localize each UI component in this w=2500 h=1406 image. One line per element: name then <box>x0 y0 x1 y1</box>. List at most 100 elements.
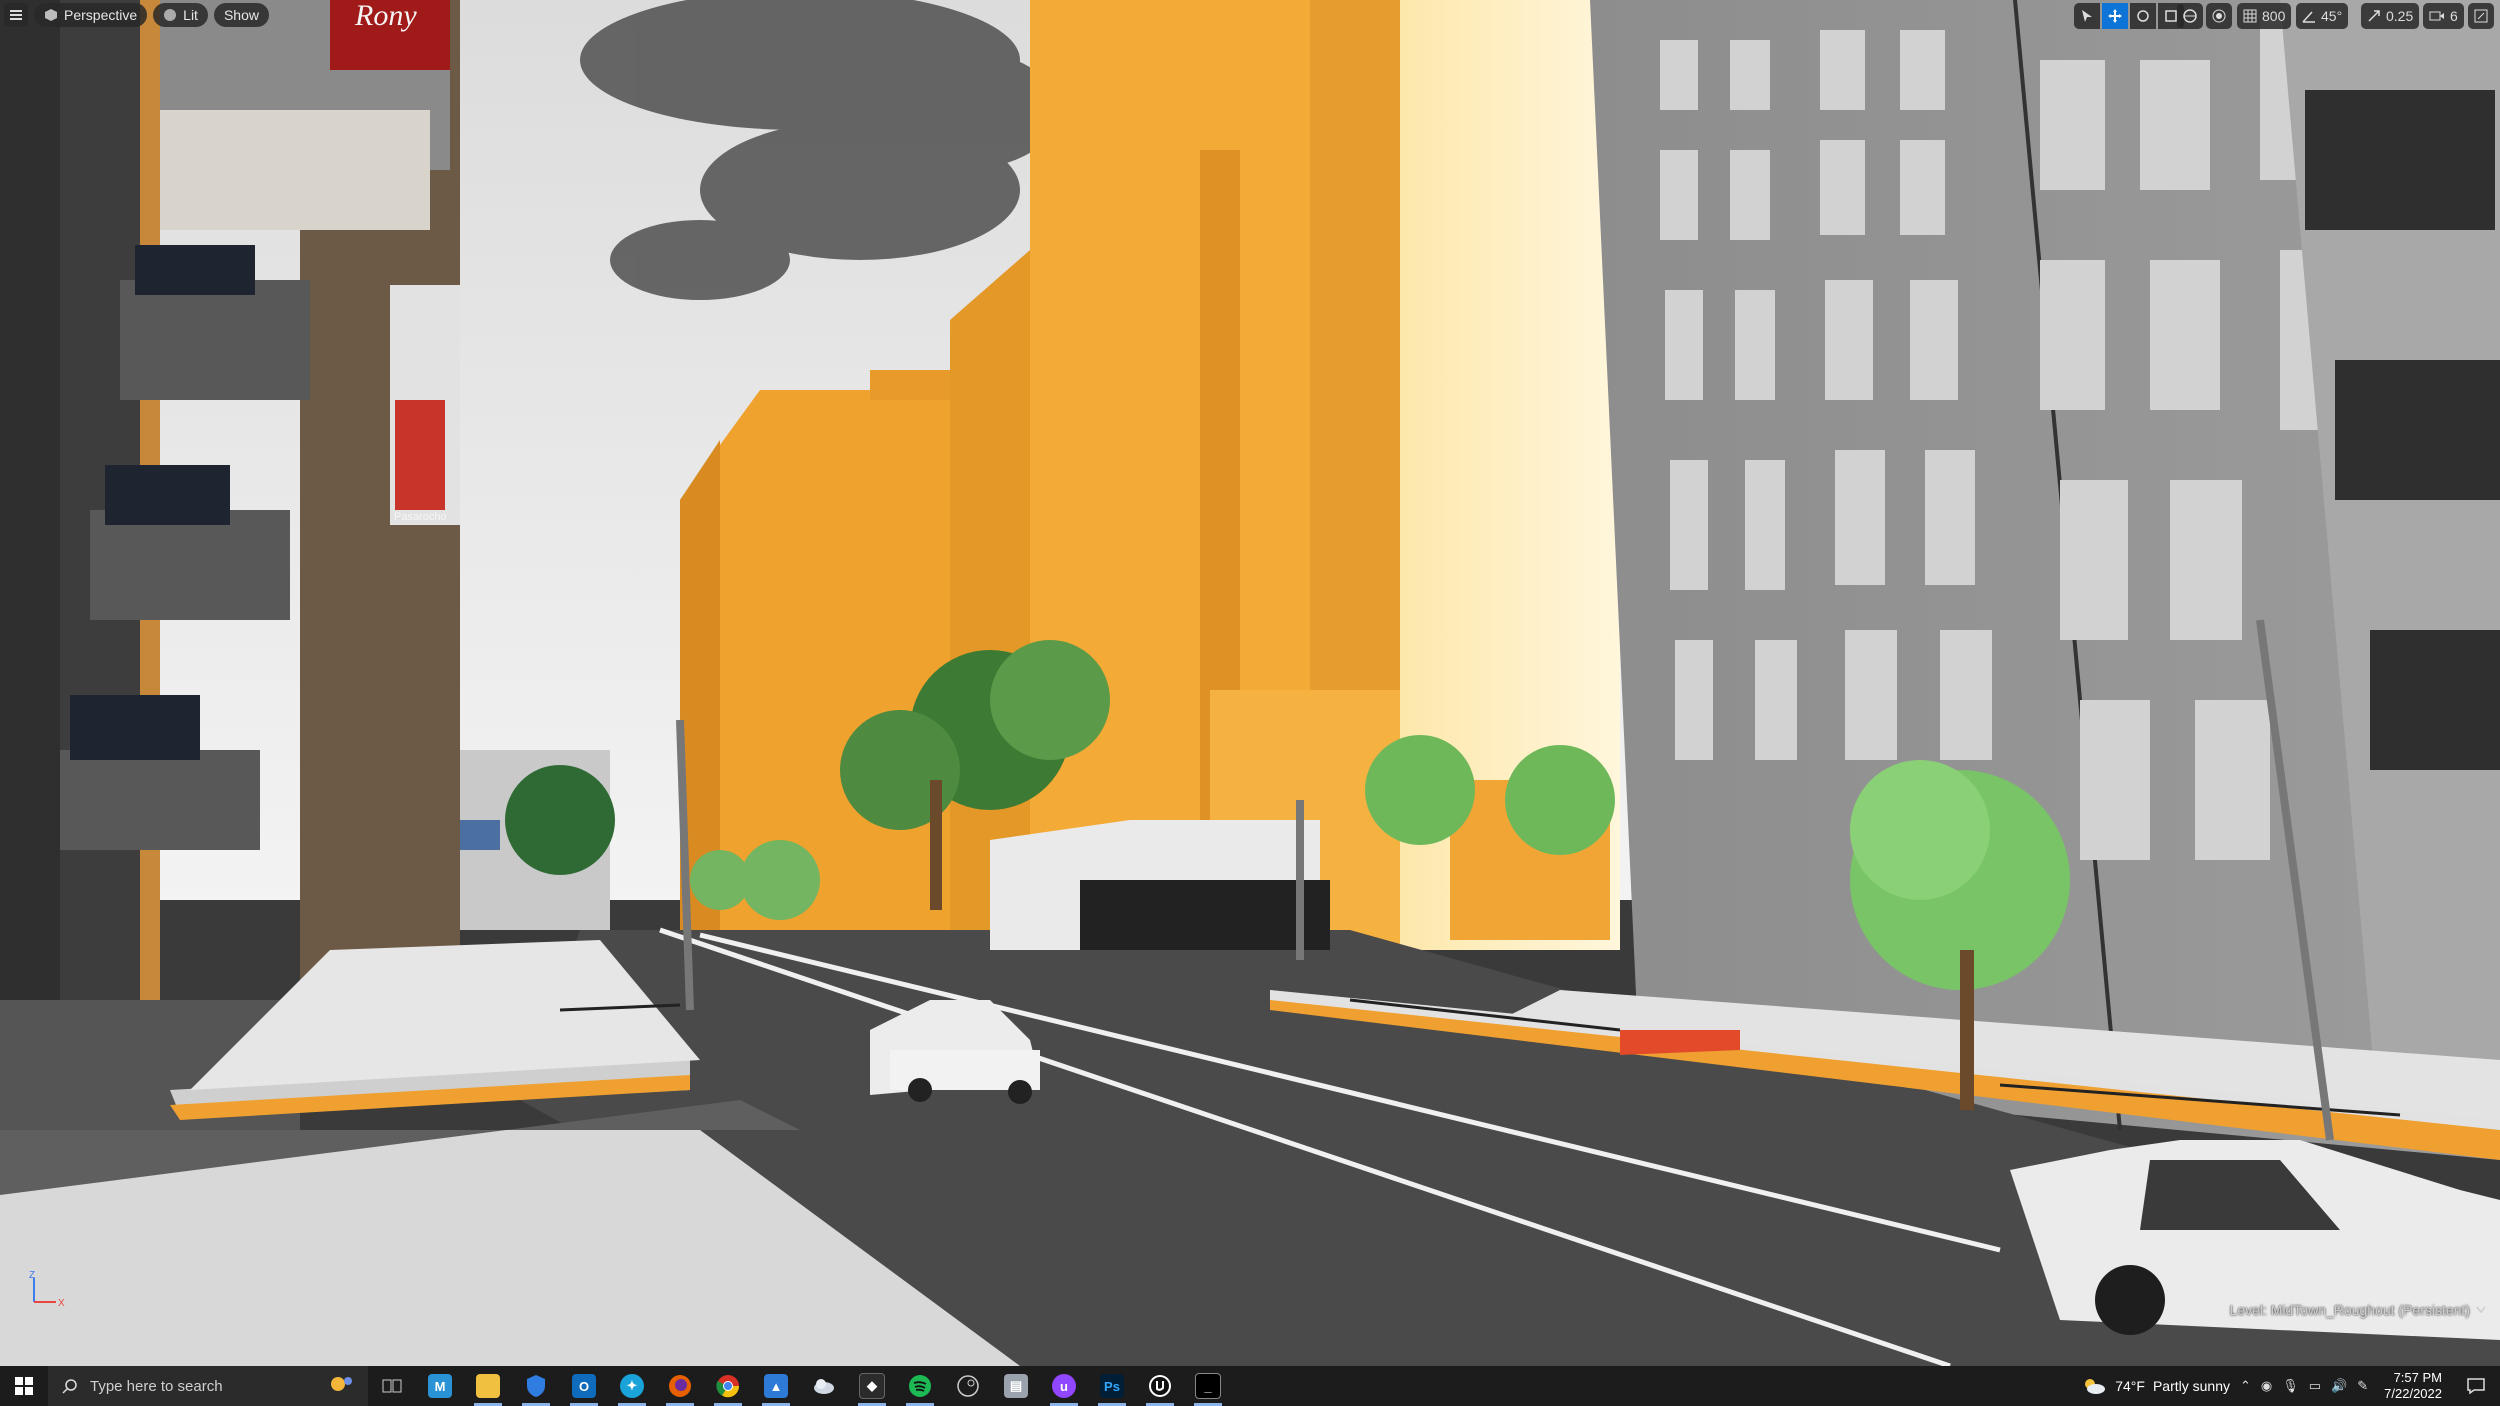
world-space-button[interactable] <box>2177 3 2203 29</box>
taskbar-search-box[interactable]: Type here to search <box>48 1366 368 1406</box>
photoshop-icon: Ps <box>1100 1374 1124 1398</box>
sphere-icon <box>163 8 177 22</box>
search-placeholder: Type here to search <box>90 1377 223 1395</box>
taskbar-app-security[interactable] <box>512 1366 560 1406</box>
tray-icons: ⌃ ◉ 🎙 ▭ 🔊 ✎ <box>2240 1378 2368 1394</box>
taskbar-app-unreal-engine[interactable] <box>1136 1366 1184 1406</box>
select-tool-button[interactable] <box>2074 3 2100 29</box>
taskbar-clock[interactable]: 7:57 PM 7/22/2022 <box>2378 1370 2448 1402</box>
volume-icon[interactable]: 🔊 <box>2331 1378 2347 1394</box>
surface-snap-icon <box>2212 9 2226 23</box>
terminal-icon: _ <box>1195 1373 1221 1399</box>
scale-snap-button[interactable]: 0.25 <box>2361 3 2420 29</box>
taskbar-app-steam[interactable] <box>944 1366 992 1406</box>
cube-icon <box>44 8 58 22</box>
camera-speed-button[interactable]: 6 <box>2423 3 2464 29</box>
show-button[interactable]: Show <box>213 3 269 27</box>
grid-snap-value: 800 <box>2262 8 2286 24</box>
rotation-snap-button[interactable]: 45° <box>2296 3 2349 29</box>
windows-taskbar: Type here to search M O ✦ ▲ ◆ ▤ u Ps _ 7… <box>0 1366 2500 1406</box>
spotify-icon <box>909 1375 931 1397</box>
taskbar-app-terminal[interactable]: _ <box>1184 1366 1232 1406</box>
nvidia-icon[interactable]: ◉ <box>2261 1378 2272 1394</box>
rotation-snap-value: 45° <box>2321 8 2343 24</box>
axis-z-label: Z <box>29 1270 35 1281</box>
move-tool-button[interactable] <box>2102 3 2128 29</box>
axis-x-label: X <box>58 1298 65 1309</box>
taskbar-app-files[interactable]: ▤ <box>992 1366 1040 1406</box>
unreal-icon <box>1149 1375 1171 1397</box>
scale-snap-icon <box>2368 10 2380 22</box>
taskbar-app-photos[interactable]: ▲ <box>752 1366 800 1406</box>
level-text: Level: MidTown_Roughout (Persistent) <box>2229 1302 2470 1318</box>
pen-icon[interactable]: ✎ <box>2357 1378 2368 1394</box>
cloud-app-icon <box>814 1379 834 1394</box>
partly-sunny-icon <box>2085 1379 2106 1394</box>
network-icon[interactable]: ▭ <box>2309 1378 2321 1394</box>
twitch-icon: u <box>1052 1374 1076 1398</box>
taskbar-app-mixed-reality[interactable]: ✦ <box>608 1366 656 1406</box>
maximize-viewport-group <box>2468 3 2494 29</box>
surface-snap-group <box>2206 3 2232 29</box>
scale-icon <box>2165 10 2177 22</box>
taskbar-app-file-explorer[interactable] <box>464 1366 512 1406</box>
level-viewport[interactable]: Rony Pasarocho Perspective Lit Show 800 … <box>0 0 2500 1366</box>
photos-icon: ▲ <box>764 1374 788 1398</box>
taskbar-app-spotify[interactable] <box>896 1366 944 1406</box>
lit-label: Lit <box>183 7 198 23</box>
hamburger-icon[interactable] <box>4 3 28 27</box>
viewport-toolbar: Perspective Lit Show <box>4 3 269 27</box>
chevron-up-icon[interactable]: ⌃ <box>2240 1378 2251 1394</box>
shield-icon <box>527 1375 545 1397</box>
firefox-icon <box>669 1375 691 1397</box>
outlook-icon: O <box>572 1374 596 1398</box>
current-level-label[interactable]: Level: MidTown_Roughout (Persistent) <box>2230 1302 2486 1318</box>
city-scene-render: Rony Pasarocho <box>0 0 2500 1366</box>
angle-icon <box>2302 11 2315 23</box>
app-icon: ✦ <box>620 1374 644 1398</box>
perspective-label: Perspective <box>64 7 138 23</box>
perspective-button[interactable]: Perspective <box>34 3 148 27</box>
mail-icon: M <box>428 1374 452 1398</box>
rotate-tool-button[interactable] <box>2130 3 2156 29</box>
notification-center-button[interactable] <box>2458 1366 2494 1406</box>
taskbar-app-mail[interactable]: M <box>416 1366 464 1406</box>
transform-tools <box>2074 3 2184 29</box>
microphone-icon[interactable]: 🎙 <box>2282 1378 2299 1394</box>
taskbar-app-davinci[interactable]: ◆ <box>848 1366 896 1406</box>
maximize-viewport-button[interactable] <box>2468 3 2494 29</box>
files-icon: ▤ <box>1004 1374 1028 1398</box>
taskbar-app-twitch[interactable]: u <box>1040 1366 1088 1406</box>
taskbar-app-chrome[interactable] <box>704 1366 752 1406</box>
clock-date: 7/22/2022 <box>2384 1386 2442 1401</box>
grid-snap-button[interactable]: 800 <box>2237 3 2292 29</box>
billboard-side-text: Pasarocho <box>394 511 447 523</box>
start-button[interactable] <box>0 1366 48 1406</box>
windows-logo-icon <box>15 1377 33 1395</box>
show-label: Show <box>223 7 259 23</box>
search-icon <box>62 1379 77 1394</box>
grid-snap-group: 800 <box>2237 3 2292 29</box>
rotation-snap-group: 45° <box>2296 3 2349 29</box>
camera-icon <box>2429 11 2444 21</box>
task-view-button[interactable] <box>368 1366 416 1406</box>
maximize-icon <box>2474 9 2488 23</box>
task-view-icon <box>382 1379 402 1393</box>
weather-temp: 74°F <box>2115 1378 2145 1394</box>
taskbar-app-outlook[interactable]: O <box>560 1366 608 1406</box>
axis-gizmo: Z X <box>29 1270 65 1309</box>
steam-icon <box>957 1375 979 1397</box>
weather-widget[interactable]: 74°F Partly sunny <box>2081 1376 2230 1396</box>
notification-icon <box>2467 1378 2485 1394</box>
taskbar-app-firefox[interactable] <box>656 1366 704 1406</box>
move-icon <box>2108 9 2122 23</box>
chevron-down-icon <box>2476 1306 2486 1314</box>
cursor-icon <box>2082 10 2092 22</box>
taskbar-app-photoshop[interactable]: Ps <box>1088 1366 1136 1406</box>
surface-snap-button[interactable] <box>2206 3 2232 29</box>
davinci-icon: ◆ <box>859 1373 885 1399</box>
scale-snap-group: 0.25 <box>2361 3 2420 29</box>
taskbar-app-weather[interactable] <box>800 1366 848 1406</box>
lit-button[interactable]: Lit <box>153 3 208 27</box>
billboard-top-text: Rony <box>354 0 417 32</box>
